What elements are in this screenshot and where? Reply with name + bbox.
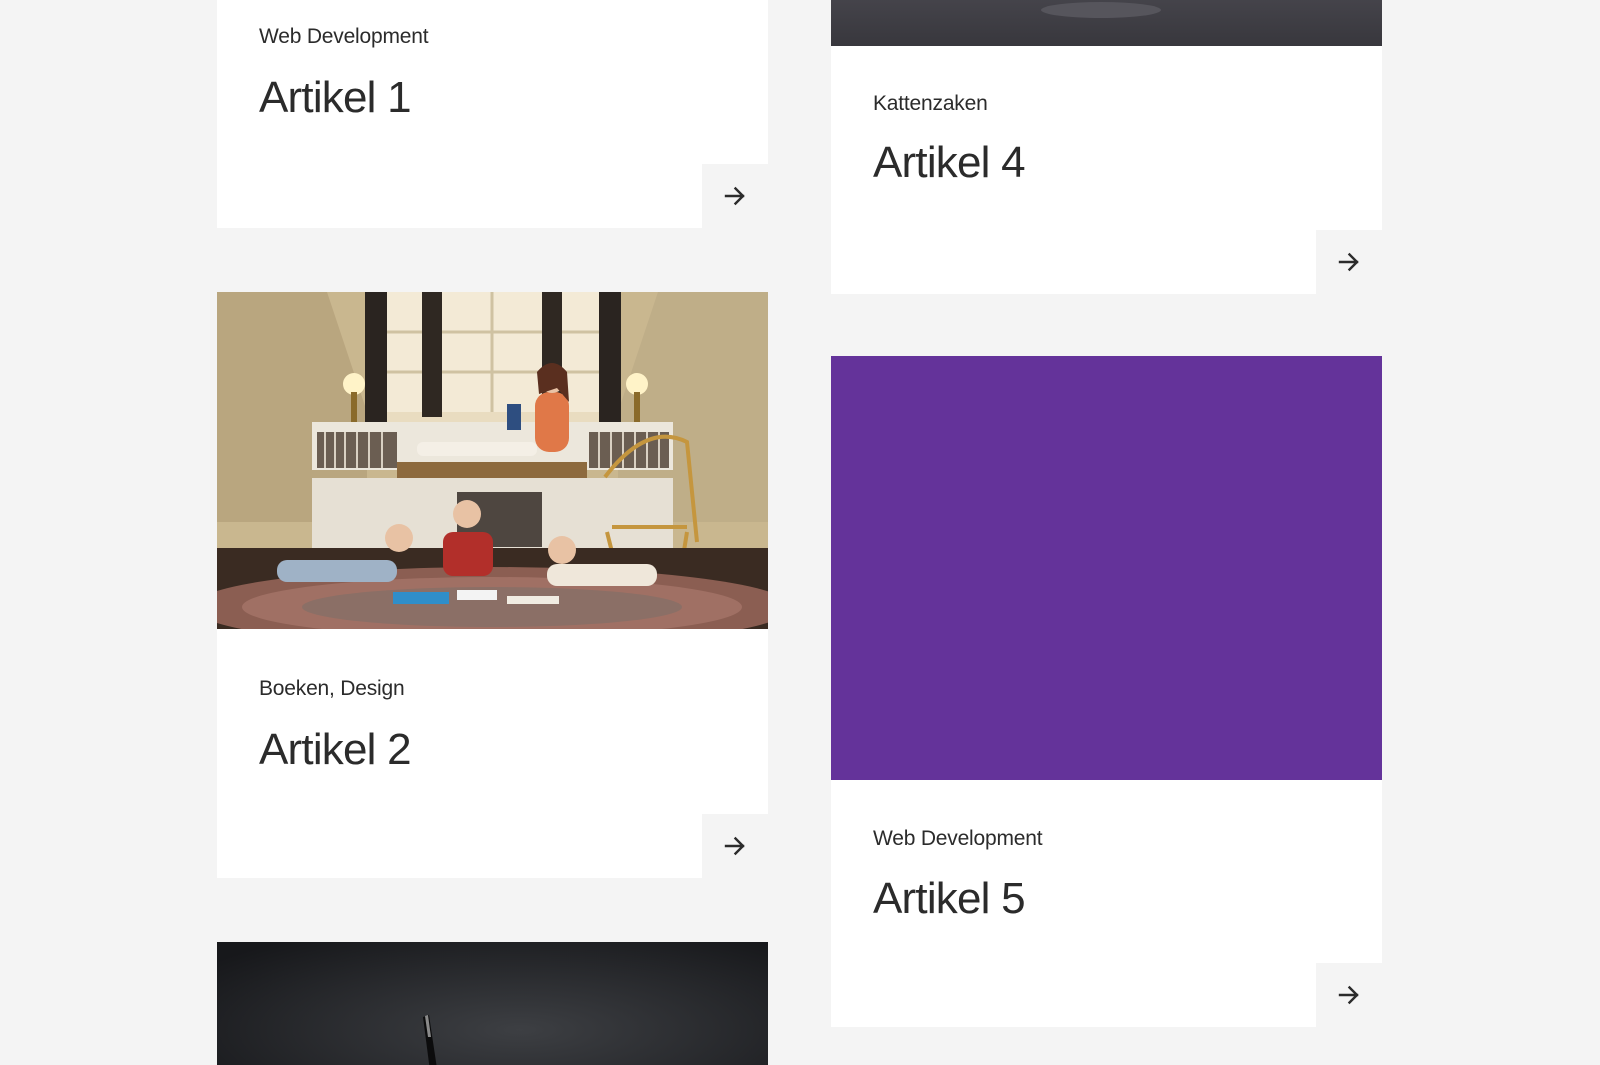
article-card-4[interactable]: Kattenzaken Artikel 4 <box>831 0 1382 294</box>
purple-color-block[interactable] <box>831 356 1382 780</box>
article-card-1[interactable]: Web Development Artikel 1 <box>217 0 768 228</box>
article-category: Kattenzaken <box>873 92 988 115</box>
read-more-button[interactable] <box>702 164 768 228</box>
read-more-button[interactable] <box>1316 230 1382 294</box>
article-title[interactable]: Artikel 4 <box>873 138 1026 188</box>
photo-reading-room <box>217 292 768 629</box>
read-more-button[interactable] <box>1316 963 1382 1027</box>
article-category: Web Development <box>259 25 429 48</box>
article-category: Web Development <box>873 827 1043 850</box>
photo-dark-pen <box>217 942 768 1065</box>
article-grid: Web Development Artikel 1 Boeken, Design… <box>0 0 1600 1065</box>
article-card-3[interactable] <box>217 942 768 1065</box>
article-title[interactable]: Artikel 2 <box>259 725 412 775</box>
photo-dark-gray <box>831 0 1382 46</box>
read-more-button[interactable] <box>702 814 768 878</box>
article-image[interactable] <box>217 942 768 1065</box>
arrow-right-icon <box>724 836 745 856</box>
article-image[interactable] <box>217 292 768 629</box>
arrow-right-icon <box>1338 985 1359 1005</box>
article-title[interactable]: Artikel 5 <box>873 874 1026 924</box>
article-category: Boeken, Design <box>259 677 405 700</box>
article-card-2[interactable]: Boeken, Design Artikel 2 <box>217 292 768 878</box>
arrow-right-icon <box>724 186 745 206</box>
article-image[interactable] <box>831 0 1382 46</box>
article-title[interactable]: Artikel 1 <box>259 73 412 123</box>
arrow-right-icon <box>1338 252 1359 272</box>
article-card-5[interactable]: Web Development Artikel 5 <box>831 356 1382 1027</box>
